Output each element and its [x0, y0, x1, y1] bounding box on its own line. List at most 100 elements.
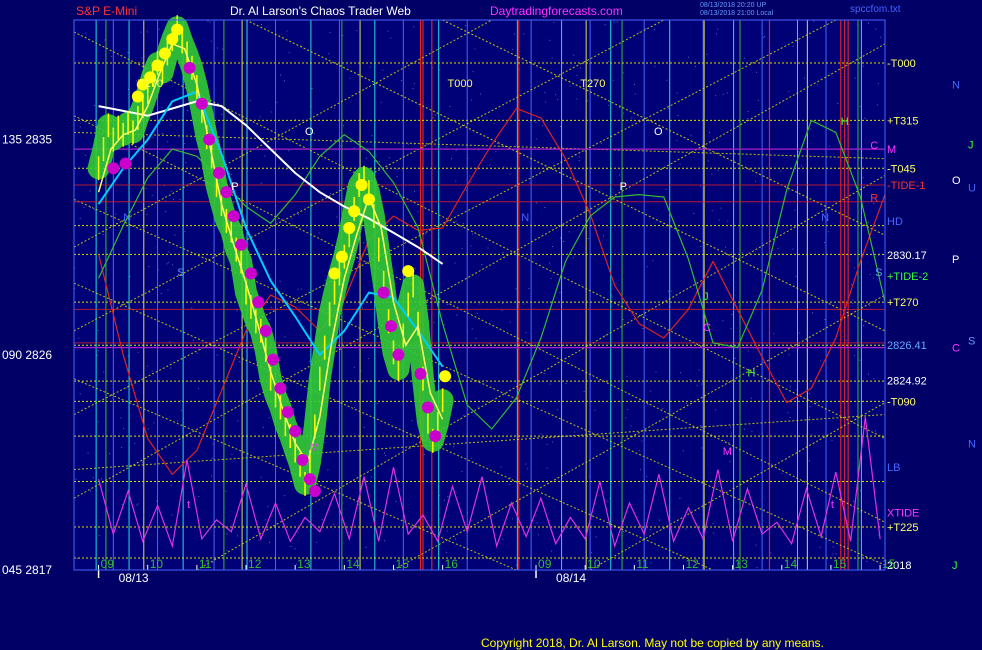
star [789, 417, 791, 418]
right-level-label: +T225 [887, 522, 919, 534]
star [862, 325, 864, 327]
star [809, 460, 810, 462]
star [353, 366, 355, 368]
star [852, 299, 854, 301]
star [145, 187, 147, 189]
star [747, 350, 749, 352]
star [288, 150, 290, 152]
star [875, 28, 877, 30]
star [819, 546, 821, 548]
star [84, 154, 86, 156]
star [433, 298, 435, 300]
star [824, 242, 825, 243]
star [455, 149, 457, 151]
magenta-dot [281, 406, 294, 419]
star [578, 160, 580, 161]
star [603, 235, 604, 237]
right-level-label: LB [887, 462, 900, 474]
star [216, 354, 218, 356]
plot-letter: P [620, 181, 627, 193]
star [793, 541, 795, 543]
star [551, 550, 553, 552]
star [147, 428, 149, 430]
star [316, 541, 318, 543]
star [191, 307, 193, 309]
star [237, 420, 239, 422]
star [537, 534, 539, 536]
magenta-dot [195, 97, 208, 110]
star [816, 84, 818, 86]
star [447, 496, 449, 498]
right-level-label: 2826.41 [887, 340, 927, 352]
magenta-dot [259, 324, 272, 337]
plot-letter: N [821, 212, 829, 224]
star [546, 467, 548, 469]
star [89, 207, 91, 208]
star [543, 373, 545, 374]
star [720, 207, 722, 209]
star [763, 37, 765, 39]
plot-letter: C [870, 140, 878, 152]
plot-letter: J [703, 291, 709, 303]
star [665, 188, 667, 190]
star [790, 386, 792, 388]
star [693, 213, 695, 214]
plot-letter: S [177, 267, 184, 279]
star [260, 182, 262, 184]
star [284, 80, 285, 82]
star [184, 230, 186, 232]
magenta-dot [267, 353, 280, 366]
star [587, 100, 588, 102]
plot-letter: R [870, 193, 878, 205]
star [509, 321, 511, 323]
star [608, 60, 610, 62]
star [362, 307, 364, 309]
star [712, 523, 714, 525]
star [382, 69, 384, 71]
star [529, 182, 531, 184]
star [371, 476, 372, 478]
plot-letter: M [310, 441, 319, 453]
plot-letter: T270 [580, 78, 605, 90]
star [634, 84, 635, 85]
yellow-dot [171, 23, 184, 36]
star [461, 558, 463, 560]
star [630, 425, 632, 427]
star [743, 57, 745, 59]
star [476, 312, 478, 314]
star [101, 478, 103, 480]
yellow-dot [328, 267, 341, 280]
star [168, 251, 170, 253]
star [434, 114, 436, 116]
star [259, 116, 261, 118]
magenta-dot [252, 296, 265, 309]
star [831, 439, 833, 441]
star [489, 343, 491, 345]
magenta-dot [289, 425, 302, 438]
right-level-label: +T315 [887, 115, 919, 127]
star [465, 25, 467, 27]
right-level-label: M [887, 144, 896, 156]
x-tick-label: 13 [297, 557, 311, 571]
star [326, 527, 328, 529]
star [872, 277, 874, 279]
star [225, 490, 227, 492]
star [424, 233, 426, 235]
magenta-dot [212, 167, 225, 180]
star [625, 417, 627, 419]
star [175, 456, 177, 458]
star [731, 314, 733, 316]
site-link[interactable]: Daytradingforecasts.com [490, 4, 623, 18]
star [474, 48, 476, 50]
star [859, 106, 861, 107]
star [371, 135, 373, 137]
star [273, 250, 275, 252]
star [701, 383, 703, 385]
x-tick-label: 11 [636, 557, 649, 571]
star [330, 193, 332, 195]
star [682, 450, 684, 452]
star [198, 300, 200, 302]
star [98, 535, 100, 537]
star [328, 53, 330, 55]
star [730, 426, 732, 428]
